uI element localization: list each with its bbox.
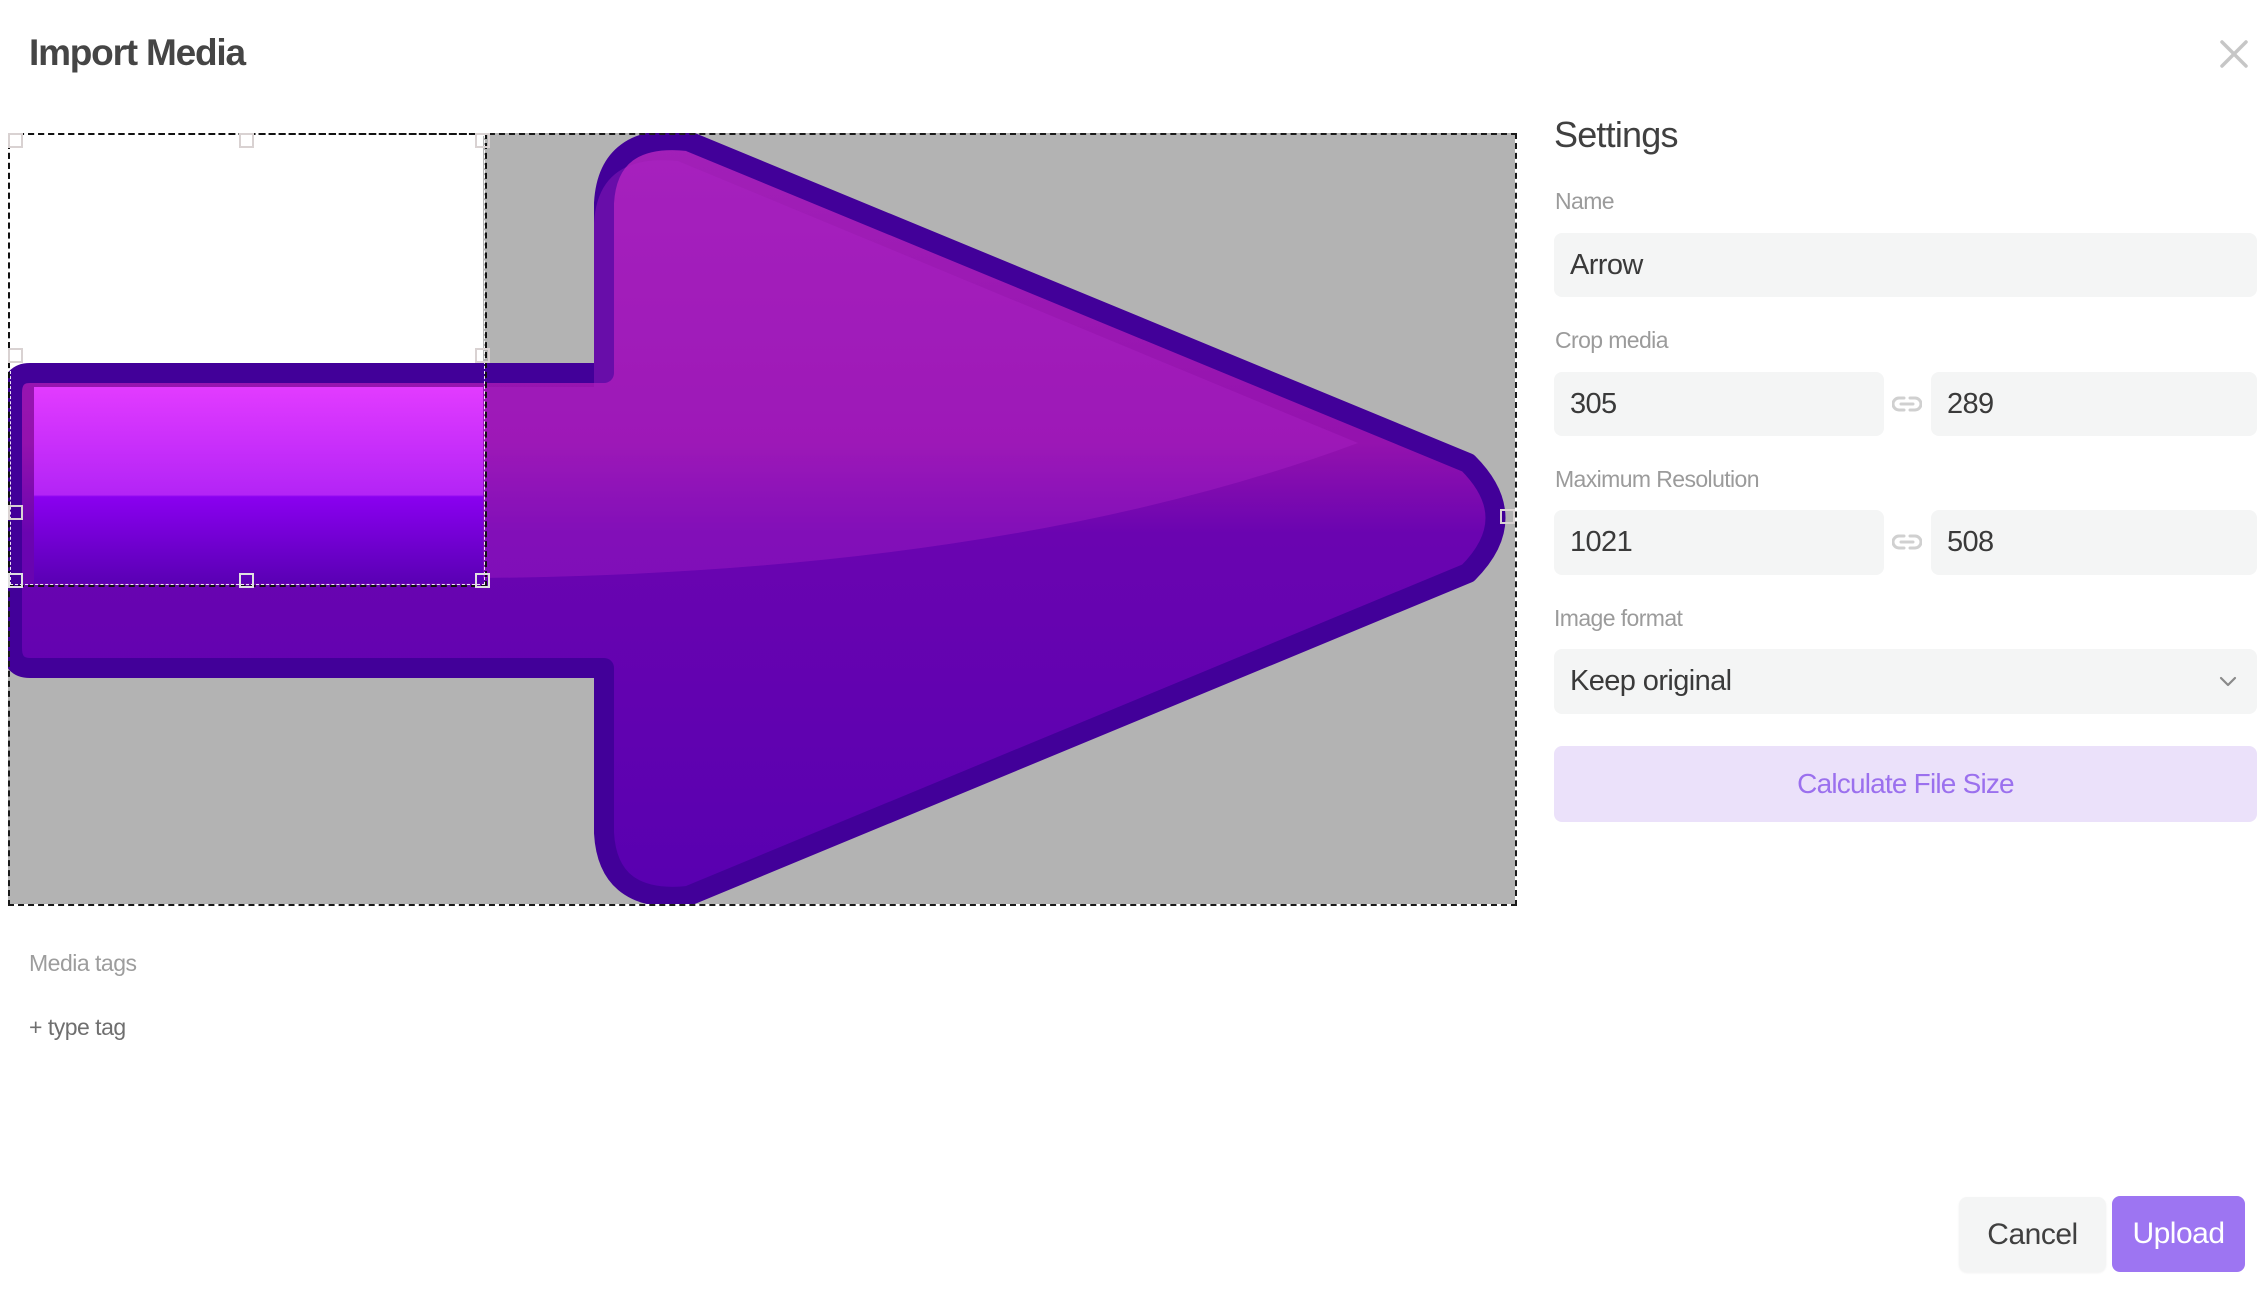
- crop-handle-middle-right[interactable]: [475, 348, 490, 363]
- arrow-stem-highlight: [34, 387, 483, 583]
- crop-media-label: Crop media: [1555, 327, 1668, 353]
- close-button[interactable]: [2214, 34, 2254, 74]
- image-format-label: Image format: [1554, 605, 1683, 631]
- media-tags-label: Media tags: [29, 950, 137, 976]
- arrow-image: [8, 133, 1506, 904]
- name-input-value: Arrow: [1570, 248, 1643, 281]
- calculate-file-size-button[interactable]: Calculate File Size: [1554, 746, 2257, 822]
- chevron-down-icon: [2219, 676, 2237, 686]
- max-resolution-label: Maximum Resolution: [1555, 466, 1760, 492]
- upload-button[interactable]: Upload: [2112, 1196, 2245, 1272]
- crop-handle-bottom-left[interactable]: [8, 573, 23, 588]
- crop-handle-middle-left[interactable]: [8, 348, 23, 363]
- dialog-title: Import Media: [29, 32, 246, 73]
- cancel-button[interactable]: Cancel: [1959, 1197, 2106, 1272]
- image-handle-right[interactable]: [1500, 509, 1515, 524]
- resolution-height-value: 508: [1947, 526, 1994, 558]
- link-icon[interactable]: [1892, 533, 1922, 551]
- crop-handle-bottom-right[interactable]: [475, 573, 490, 588]
- image-format-select[interactable]: Keep original: [1554, 649, 2257, 714]
- crop-width-value: 305: [1570, 387, 1617, 420]
- crop-handle-top-left[interactable]: [8, 133, 23, 148]
- crop-handle-top-center[interactable]: [239, 133, 254, 148]
- media-preview[interactable]: [8, 133, 1515, 904]
- image-handle-left[interactable]: [8, 505, 23, 520]
- name-input[interactable]: Arrow: [1554, 233, 2257, 297]
- link-icon[interactable]: [1892, 395, 1922, 413]
- image-format-value: Keep original: [1570, 665, 1732, 697]
- crop-height-value: 289: [1947, 387, 1994, 420]
- add-tag-input[interactable]: + type tag: [29, 1014, 126, 1041]
- crop-width-input[interactable]: 305: [1554, 372, 1884, 436]
- settings-title: Settings: [1554, 114, 1678, 155]
- resolution-width-input[interactable]: 1021: [1554, 510, 1884, 575]
- crop-height-input[interactable]: 289: [1931, 372, 2257, 436]
- crop-handle-top-right[interactable]: [475, 133, 490, 148]
- close-icon: [2220, 40, 2248, 68]
- resolution-height-input[interactable]: 508: [1931, 510, 2257, 575]
- crop-visible-area: [8, 133, 483, 373]
- resolution-width-value: 1021: [1570, 526, 1633, 558]
- name-label: Name: [1555, 188, 1615, 214]
- crop-handle-bottom-center[interactable]: [239, 573, 254, 588]
